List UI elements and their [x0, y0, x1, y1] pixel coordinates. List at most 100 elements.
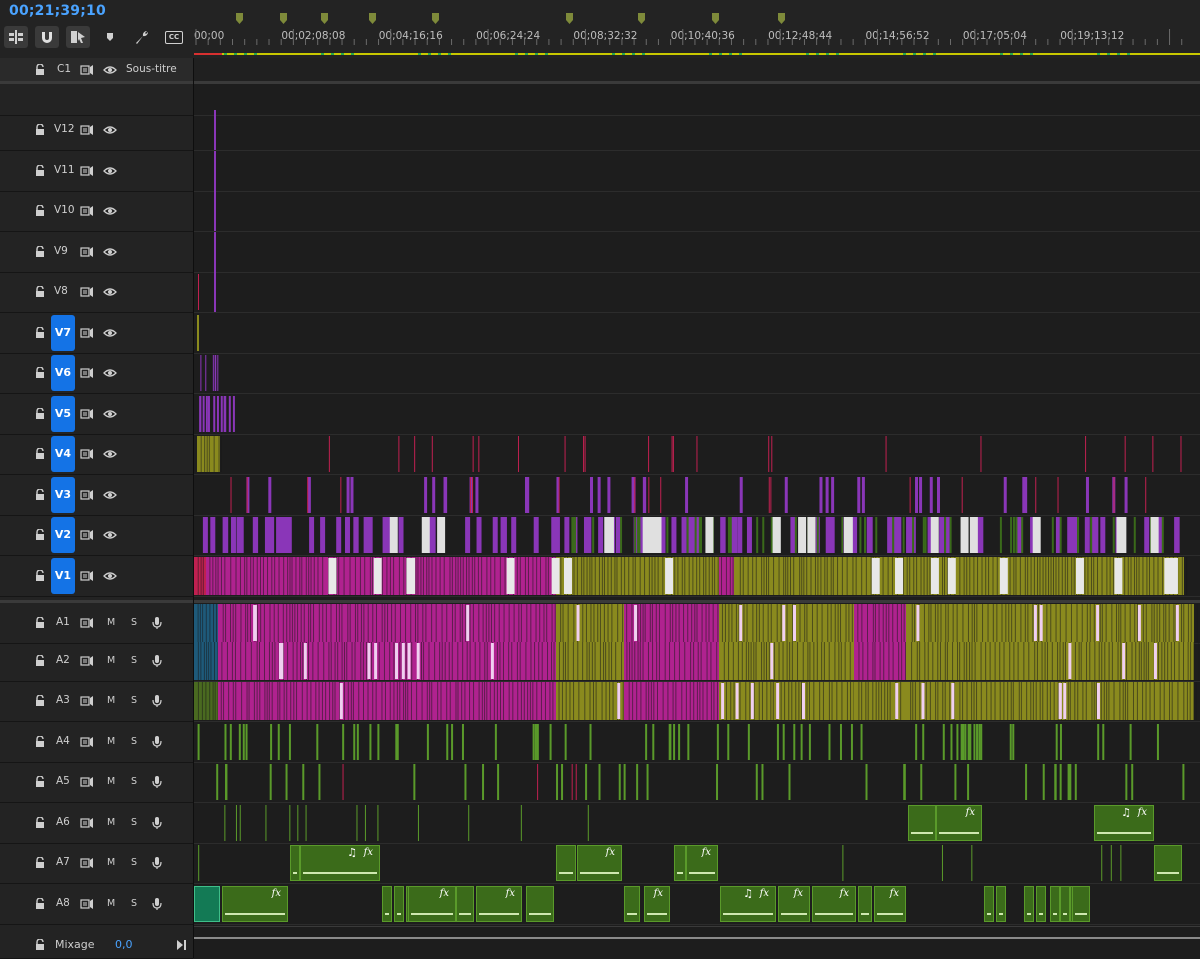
sync-lock-icon[interactable] [80, 489, 94, 501]
video-clip[interactable] [214, 191, 216, 231]
eye-icon[interactable] [103, 286, 117, 298]
eye-icon[interactable] [103, 367, 117, 379]
video-track-lane[interactable] [194, 110, 1200, 151]
video-track-lane[interactable] [194, 150, 1200, 192]
sync-lock-icon[interactable] [80, 617, 94, 629]
caption-lane[interactable] [194, 58, 1200, 82]
sync-lock-icon[interactable] [80, 448, 94, 460]
audio-clip[interactable]: fx [408, 885, 456, 922]
playhead-timecode[interactable]: 00;21;39;10 [9, 3, 106, 19]
fx-badge[interactable]: fx [840, 888, 849, 899]
audio-clip[interactable]: fx ♫ [1094, 804, 1154, 841]
audio-clip[interactable]: fx [222, 885, 288, 922]
go-to-end-icon[interactable] [176, 939, 188, 951]
lock-icon[interactable] [34, 815, 46, 829]
sync-lock-icon[interactable] [80, 246, 94, 258]
track-target-toggle[interactable]: V1 [51, 557, 75, 594]
mix-value[interactable]: 0,0 [115, 938, 133, 951]
eye-icon[interactable] [103, 448, 117, 460]
video-clip[interactable] [198, 274, 199, 310]
solo-button[interactable]: S [131, 655, 137, 666]
eye-icon[interactable] [103, 327, 117, 339]
video-track-lane[interactable] [194, 434, 1200, 475]
solo-button[interactable]: S [131, 898, 137, 909]
track-target-toggle[interactable]: V3 [51, 476, 75, 513]
fx-badge[interactable]: fx [606, 847, 615, 858]
audio-clip[interactable] [858, 885, 872, 922]
sync-lock-icon[interactable] [80, 776, 94, 788]
audio-clip[interactable]: fx [778, 885, 810, 922]
video-track-lane[interactable] [194, 231, 1200, 273]
voiceover-record-icon[interactable] [151, 694, 163, 708]
audio-clip[interactable]: fx [686, 845, 718, 881]
lock-icon[interactable] [34, 734, 46, 748]
sync-lock-icon[interactable] [80, 817, 94, 829]
audio-track-lane[interactable] [194, 600, 1200, 644]
eye-icon[interactable] [103, 408, 117, 420]
audio-clip[interactable]: fx [577, 845, 622, 881]
sync-lock-icon[interactable] [80, 64, 94, 76]
solo-button[interactable]: S [131, 736, 137, 747]
mix-lane[interactable] [194, 926, 1200, 958]
video-track-lane[interactable] [194, 191, 1200, 232]
lock-icon[interactable] [34, 285, 46, 298]
sync-lock-icon[interactable] [80, 124, 94, 136]
sync-lock-icon[interactable] [80, 327, 94, 339]
lock-icon[interactable] [34, 653, 46, 667]
lock-icon[interactable] [34, 325, 46, 339]
voiceover-record-icon[interactable] [151, 735, 163, 749]
timeline-settings-button[interactable] [130, 26, 154, 48]
fx-badge[interactable]: fx [760, 888, 769, 899]
track-target-toggle[interactable]: V7 [51, 314, 75, 351]
audio-clip[interactable] [382, 885, 392, 922]
fx-badge[interactable]: fx [794, 888, 803, 899]
video-track-lane[interactable] [194, 313, 1200, 354]
audio-clip[interactable] [1072, 885, 1090, 922]
lock-icon[interactable] [34, 938, 46, 951]
audio-clip[interactable] [1154, 845, 1182, 881]
lock-icon[interactable] [34, 63, 46, 76]
audio-track-lane[interactable]: fx ♫ fx fx [194, 843, 1200, 884]
audio-clip[interactable] [1036, 885, 1046, 922]
audio-track-lane[interactable] [194, 641, 1200, 682]
linked-selection-button[interactable] [66, 26, 90, 48]
sync-lock-icon[interactable] [80, 205, 94, 217]
audio-clip[interactable] [996, 885, 1006, 922]
eye-icon[interactable] [103, 489, 117, 501]
audio-track-lane[interactable] [194, 722, 1200, 763]
eye-icon[interactable] [103, 165, 117, 177]
lock-icon[interactable] [34, 775, 46, 788]
lock-icon[interactable] [34, 896, 46, 910]
audio-clip[interactable]: fx [936, 804, 982, 841]
video-clip[interactable] [197, 314, 199, 351]
lock-icon[interactable] [34, 366, 46, 379]
voiceover-record-icon[interactable] [151, 654, 163, 668]
voiceover-record-icon[interactable] [151, 856, 163, 870]
track-target-toggle[interactable]: V2 [51, 517, 75, 553]
track-target-toggle[interactable]: V6 [51, 355, 75, 391]
fx-badge[interactable]: fx [966, 807, 975, 818]
video-clip[interactable] [214, 272, 216, 312]
mute-button[interactable]: M [107, 857, 115, 868]
track-target-toggle[interactable]: V5 [51, 395, 75, 432]
solo-button[interactable]: S [131, 817, 137, 828]
video-track-lane[interactable] [194, 394, 1200, 435]
eye-icon[interactable] [103, 64, 117, 76]
eye-icon[interactable] [103, 124, 117, 136]
insert-track-button[interactable] [4, 26, 28, 48]
mute-button[interactable]: M [107, 655, 115, 666]
lock-icon[interactable] [34, 528, 46, 541]
eye-icon[interactable] [103, 205, 117, 217]
lock-icon[interactable] [34, 406, 46, 420]
audio-clip[interactable] [1050, 885, 1060, 922]
video-track-lane[interactable] [194, 515, 1200, 556]
eye-icon[interactable] [103, 246, 117, 258]
track-target-toggle[interactable]: V4 [51, 436, 75, 472]
lock-icon[interactable] [34, 694, 46, 707]
video-track-lane[interactable] [194, 272, 1200, 313]
audio-track-lane[interactable] [194, 681, 1200, 722]
fx-badge[interactable]: fx [440, 888, 449, 899]
audio-clip[interactable] [984, 885, 994, 922]
video-clip[interactable] [214, 110, 216, 150]
voiceover-record-icon[interactable] [151, 897, 163, 911]
